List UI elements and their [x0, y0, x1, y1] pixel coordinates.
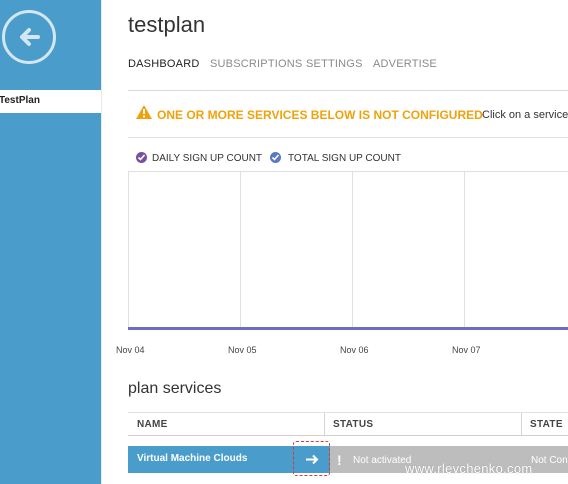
page-title: testplan — [128, 12, 206, 37]
column-separator — [521, 413, 522, 435]
legend-check-icon[interactable] — [136, 152, 147, 163]
divider — [128, 435, 568, 436]
warning-hint: Click on a service — [482, 109, 568, 121]
column-header-name[interactable]: NAME — [137, 419, 168, 430]
sidebar-divider — [101, 0, 102, 484]
section-title: plan services — [128, 380, 222, 397]
annotation-highlight — [293, 441, 330, 476]
warning-triangle-icon — [136, 105, 152, 119]
chart-gridline — [352, 171, 353, 329]
signup-chart — [128, 171, 568, 329]
x-tick-label: Nov 07 — [452, 345, 481, 355]
divider — [128, 412, 568, 413]
warning-message: ONE OR MORE SERVICES BELOW IS NOT CONFIG… — [157, 108, 483, 122]
chart-gridline — [464, 171, 465, 329]
legend-check-icon[interactable] — [270, 152, 281, 163]
series-line — [128, 327, 568, 330]
chart-gridline — [240, 171, 241, 329]
column-header-status[interactable]: STATUS — [333, 419, 373, 430]
sidebar-item-label: TestPlan — [0, 95, 40, 106]
tab-settings[interactable]: SETTINGS — [306, 58, 363, 70]
sidebar-item-testplan[interactable]: TestPlan — [0, 90, 101, 113]
watermark: www.rlevchenko.com — [405, 461, 533, 476]
column-separator — [324, 413, 325, 435]
x-tick-label: Nov 05 — [228, 345, 257, 355]
legend-total-label: TOTAL SIGN UP COUNT — [288, 153, 401, 164]
legend-daily-label: DAILY SIGN UP COUNT — [152, 153, 263, 164]
back-arrow-icon — [20, 28, 40, 46]
tab-dashboard[interactable]: DASHBOARD — [128, 58, 199, 70]
tab-advertise[interactable]: ADVERTISE — [373, 58, 437, 70]
back-button[interactable] — [2, 10, 56, 64]
service-name: Virtual Machine Clouds — [137, 453, 248, 464]
x-tick-label: Nov 06 — [340, 345, 369, 355]
divider — [128, 137, 568, 138]
x-tick-label: Nov 04 — [116, 345, 145, 355]
service-status: Not activated — [353, 455, 412, 466]
service-state: Not Con — [531, 455, 568, 466]
sidebar — [0, 0, 101, 484]
column-header-state[interactable]: STATE — [530, 419, 563, 430]
tab-subscriptions[interactable]: SUBSCRIPTIONS — [210, 58, 302, 70]
exclamation-icon: ! — [337, 452, 342, 468]
